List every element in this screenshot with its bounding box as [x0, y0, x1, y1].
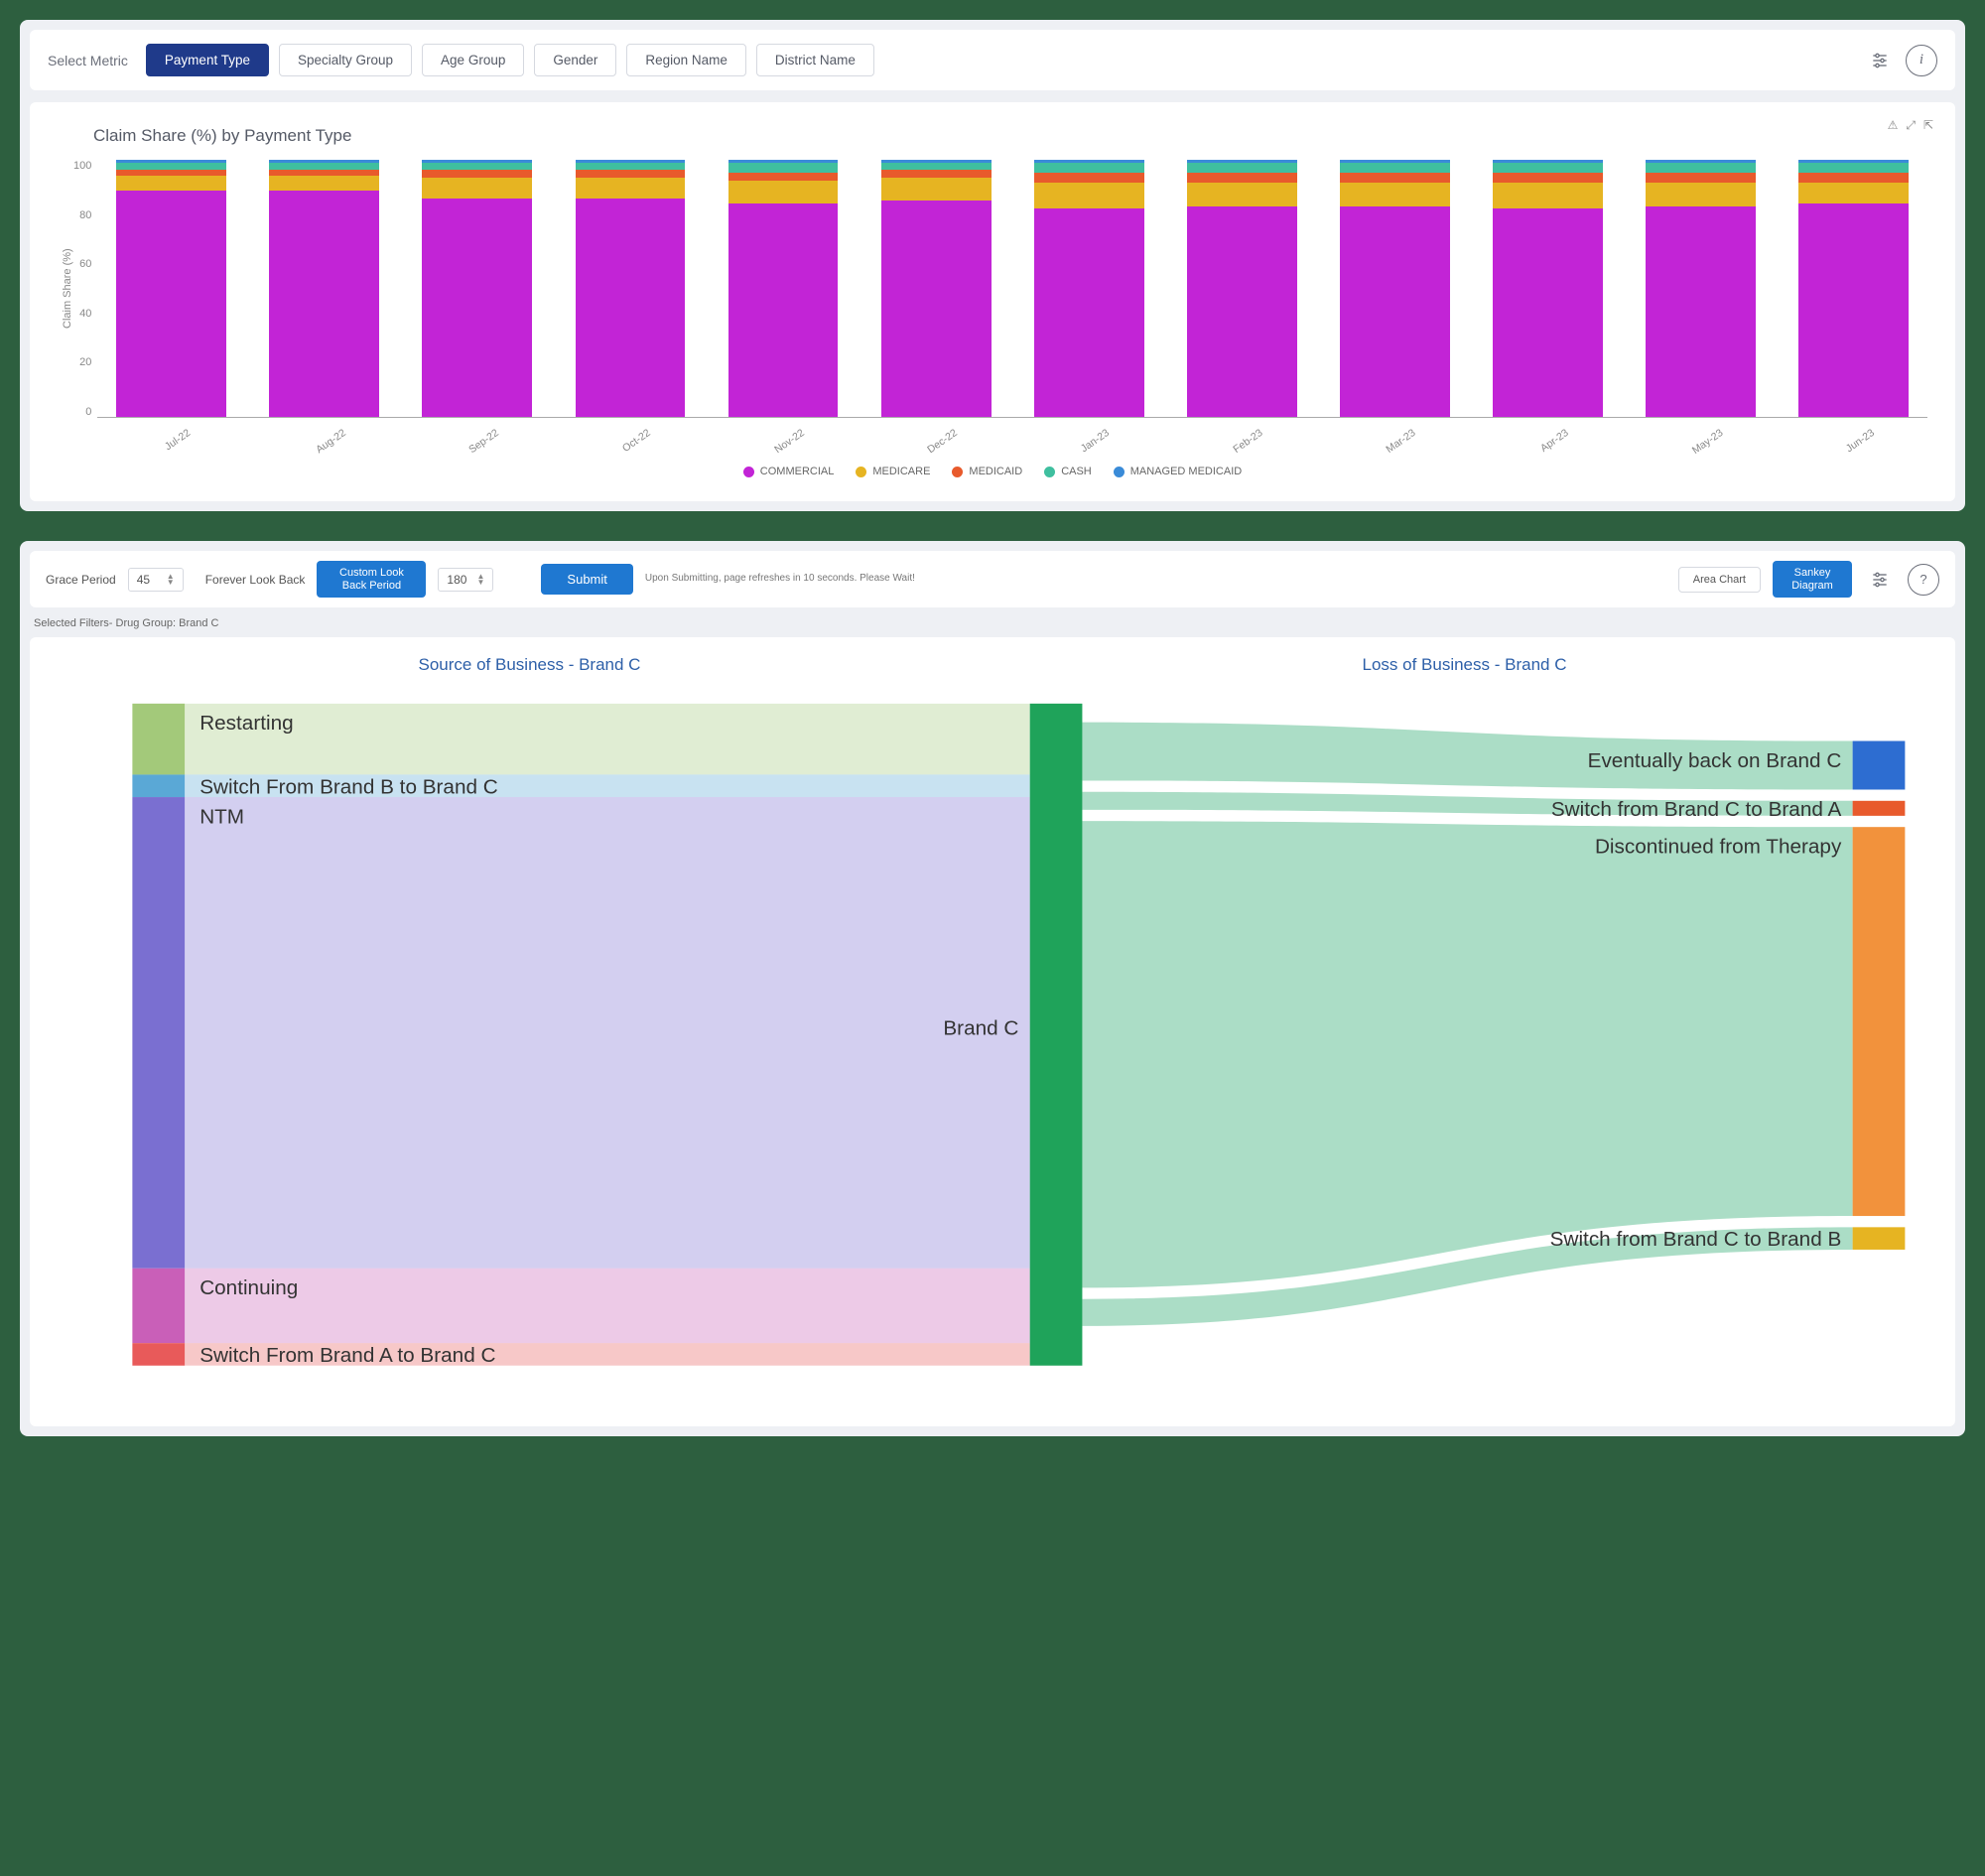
svg-text:Brand C: Brand C	[943, 1017, 1018, 1040]
select-metric-label: Select Metric	[48, 53, 128, 68]
metric-district-name[interactable]: District Name	[756, 44, 874, 76]
legend-cash[interactable]: CASH	[1044, 466, 1092, 477]
area-chart-toggle[interactable]: Area Chart	[1678, 567, 1761, 593]
payment-type-panel: Select Metric Payment Type Specialty Grou…	[20, 20, 1965, 511]
bar-Apr-23: Apr-23	[1493, 160, 1603, 417]
legend-medicare[interactable]: MEDICARE	[856, 466, 930, 477]
svg-text:Switch from Brand C to Brand B: Switch from Brand C to Brand B	[1550, 1228, 1842, 1251]
sankey-panel: Grace Period 45 ▲▼ Forever Look Back Cus…	[20, 541, 1965, 1436]
settings-icon[interactable]	[1864, 564, 1896, 596]
svg-text:Switch From Brand A to Brand C: Switch From Brand A to Brand C	[199, 1344, 495, 1367]
chart-title: Claim Share (%) by Payment Type	[93, 126, 1927, 146]
stepper-icon[interactable]: ▲▼	[477, 574, 485, 586]
chart-card: ⚠ ⤢ ⇱ Claim Share (%) by Payment Type Cl…	[30, 102, 1955, 501]
grace-period-input[interactable]: 45 ▲▼	[128, 568, 184, 592]
svg-text:NTM: NTM	[199, 806, 244, 829]
lookback-value-input[interactable]: 180 ▲▼	[438, 568, 493, 592]
metric-selector-bar: Select Metric Payment Type Specialty Grou…	[30, 30, 1955, 90]
stepper-icon[interactable]: ▲▼	[167, 574, 175, 586]
submit-button[interactable]: Submit	[541, 564, 632, 595]
loss-title: Loss of Business - Brand C	[1363, 655, 1567, 675]
sankey-diagram-toggle[interactable]: Sankey Diagram	[1773, 561, 1852, 598]
legend-commercial[interactable]: COMMERCIAL	[743, 466, 835, 477]
export-icon[interactable]: ⇱	[1923, 118, 1933, 133]
metric-buttons: Payment Type Specialty Group Age Group Gend…	[146, 44, 874, 76]
metric-payment-type[interactable]: Payment Type	[146, 44, 269, 76]
bar-Mar-23: Mar-23	[1340, 160, 1450, 417]
svg-text:Eventually back on Brand C: Eventually back on Brand C	[1588, 749, 1842, 772]
forever-lookback-label: Forever Look Back	[205, 573, 306, 587]
expand-icon[interactable]: ⤢	[1906, 118, 1916, 133]
legend-medicaid[interactable]: MEDICAID	[952, 466, 1022, 477]
source-title: Source of Business - Brand C	[419, 655, 641, 675]
metric-gender[interactable]: Gender	[534, 44, 616, 76]
legend-managed-medicaid[interactable]: MANAGED MEDICAID	[1114, 466, 1242, 477]
metric-age-group[interactable]: Age Group	[422, 44, 524, 76]
bar-Jan-23: Jan-23	[1034, 160, 1144, 417]
metric-specialty-group[interactable]: Specialty Group	[279, 44, 412, 76]
sankey-card: Source of Business - Brand C Loss of Bus…	[30, 637, 1955, 1426]
bar-Aug-22: Aug-22	[269, 160, 379, 417]
stacked-bar-plot: Jul-22 Aug-22 Sep-22 Oct-22 Nov-22 Dec-22 Jan-…	[97, 160, 1927, 418]
bar-Oct-22: Oct-22	[576, 160, 686, 417]
svg-text:Restarting: Restarting	[199, 712, 293, 735]
submit-hint: Upon Submitting, page refreshes in 10 se…	[645, 573, 915, 586]
metric-region-name[interactable]: Region Name	[626, 44, 746, 76]
chart-toolbar: ⚠ ⤢ ⇱	[1888, 118, 1933, 133]
custom-lookback-button[interactable]: Custom Look Back Period	[317, 561, 426, 598]
bar-Jul-22: Jul-22	[116, 160, 226, 417]
grace-period-label: Grace Period	[46, 573, 116, 587]
bar-Jun-23: Jun-23	[1798, 160, 1909, 417]
sankey-diagram: Restarting Switch From Brand B to Brand C…	[58, 685, 1927, 1396]
help-icon[interactable]: ?	[1908, 564, 1939, 596]
svg-text:Switch from Brand C to Brand A: Switch from Brand C to Brand A	[1551, 798, 1842, 821]
bar-Feb-23: Feb-23	[1187, 160, 1297, 417]
bar-Dec-22: Dec-22	[881, 160, 992, 417]
selected-filters-note: Selected Filters- Drug Group: Brand C	[30, 607, 1955, 637]
svg-text:Switch From Brand B to Brand C: Switch From Brand B to Brand C	[199, 776, 498, 799]
y-axis-label: Claim Share (%)	[58, 160, 73, 418]
bar-Sep-22: Sep-22	[422, 160, 532, 417]
info-icon[interactable]: i	[1906, 45, 1937, 76]
chart-legend: COMMERCIAL MEDICARE MEDICAID CASH MANAGED ME…	[58, 466, 1927, 477]
y-axis-ticks: 100806040200	[73, 160, 97, 418]
svg-text:Continuing: Continuing	[199, 1276, 298, 1299]
bar-Nov-22: Nov-22	[728, 160, 839, 417]
control-bar: Grace Period 45 ▲▼ Forever Look Back Cus…	[30, 551, 1955, 607]
svg-text:Discontinued from Therapy: Discontinued from Therapy	[1595, 836, 1842, 859]
bar-May-23: May-23	[1646, 160, 1756, 417]
settings-icon[interactable]	[1864, 45, 1896, 76]
warning-icon[interactable]: ⚠	[1888, 118, 1899, 133]
